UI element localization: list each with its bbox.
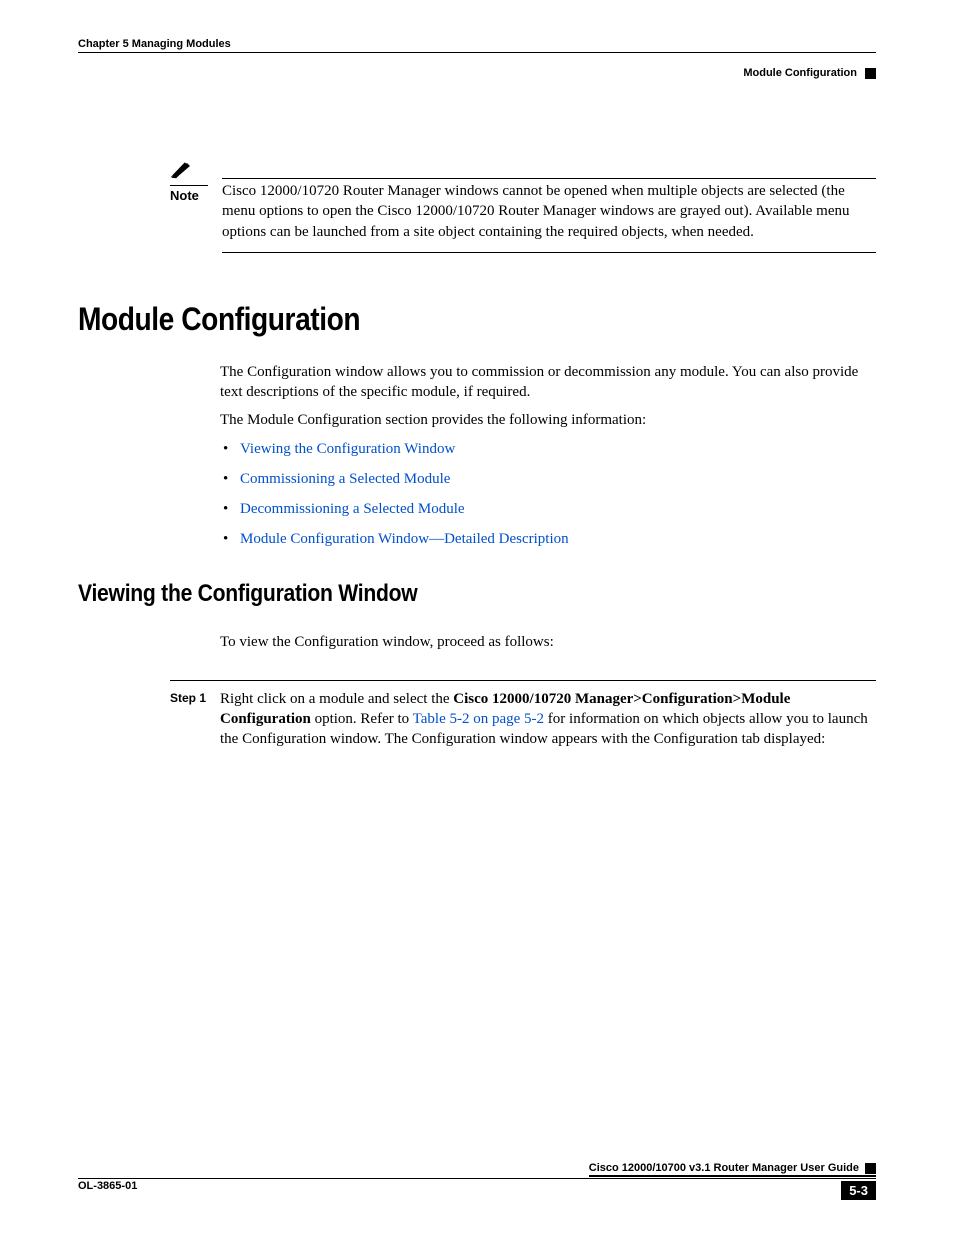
- pen-icon: [170, 161, 220, 184]
- note-block: Note Cisco 12000/10720 Router Manager wi…: [170, 161, 876, 253]
- step-1-pre-text: Right click on a module and select the: [220, 691, 453, 707]
- header-chapter: Chapter 5 Managing Modules: [78, 38, 231, 50]
- link-decommissioning[interactable]: Decommissioning a Selected Module: [240, 501, 465, 517]
- page-footer: OL-3865-01 Cisco 12000/10700 v3.1 Router…: [78, 1162, 876, 1200]
- note-text: Cisco 12000/10720 Router Manager windows…: [222, 181, 876, 242]
- bullet-list: Viewing the Configuration Window Commiss…: [220, 439, 876, 550]
- page-number: 5-3: [841, 1181, 876, 1200]
- heading-module-configuration: Module Configuration: [78, 301, 780, 338]
- footer-ol-number: OL-3865-01: [78, 1162, 137, 1192]
- footer-marker-icon: [865, 1163, 876, 1174]
- intro-paragraph-2: The Module Configuration section provide…: [220, 410, 876, 430]
- header-section: Module Configuration: [743, 67, 857, 79]
- step-1-mid-text: option. Refer to: [311, 711, 413, 727]
- step-1-label: Step 1: [170, 689, 220, 705]
- bullet-item: Decommissioning a Selected Module: [220, 499, 876, 519]
- bullet-item: Module Configuration Window—Detailed Des…: [220, 529, 876, 549]
- link-commissioning[interactable]: Commissioning a Selected Module: [240, 471, 450, 487]
- link-detailed-description[interactable]: Module Configuration Window—Detailed Des…: [240, 531, 569, 547]
- step-1-block: Step 1 Right click on a module and selec…: [170, 680, 876, 750]
- heading-viewing-config-window: Viewing the Configuration Window: [78, 580, 780, 608]
- note-label: Note: [170, 185, 208, 203]
- bullet-item: Viewing the Configuration Window: [220, 439, 876, 459]
- page-header: Chapter 5 Managing Modules: [78, 38, 876, 53]
- bullet-item: Commissioning a Selected Module: [220, 469, 876, 489]
- intro-paragraph-3: To view the Configuration window, procee…: [220, 632, 876, 652]
- header-marker-icon: [865, 68, 876, 79]
- footer-guide-title: Cisco 12000/10700 v3.1 Router Manager Us…: [589, 1162, 859, 1174]
- header-section-row: Module Configuration: [78, 67, 876, 79]
- intro-paragraph-1: The Configuration window allows you to c…: [220, 362, 876, 403]
- step-1-text: Right click on a module and select the C…: [220, 689, 876, 750]
- link-table-ref[interactable]: Table 5-2 on page 5-2: [413, 711, 544, 727]
- link-viewing-config[interactable]: Viewing the Configuration Window: [240, 441, 455, 457]
